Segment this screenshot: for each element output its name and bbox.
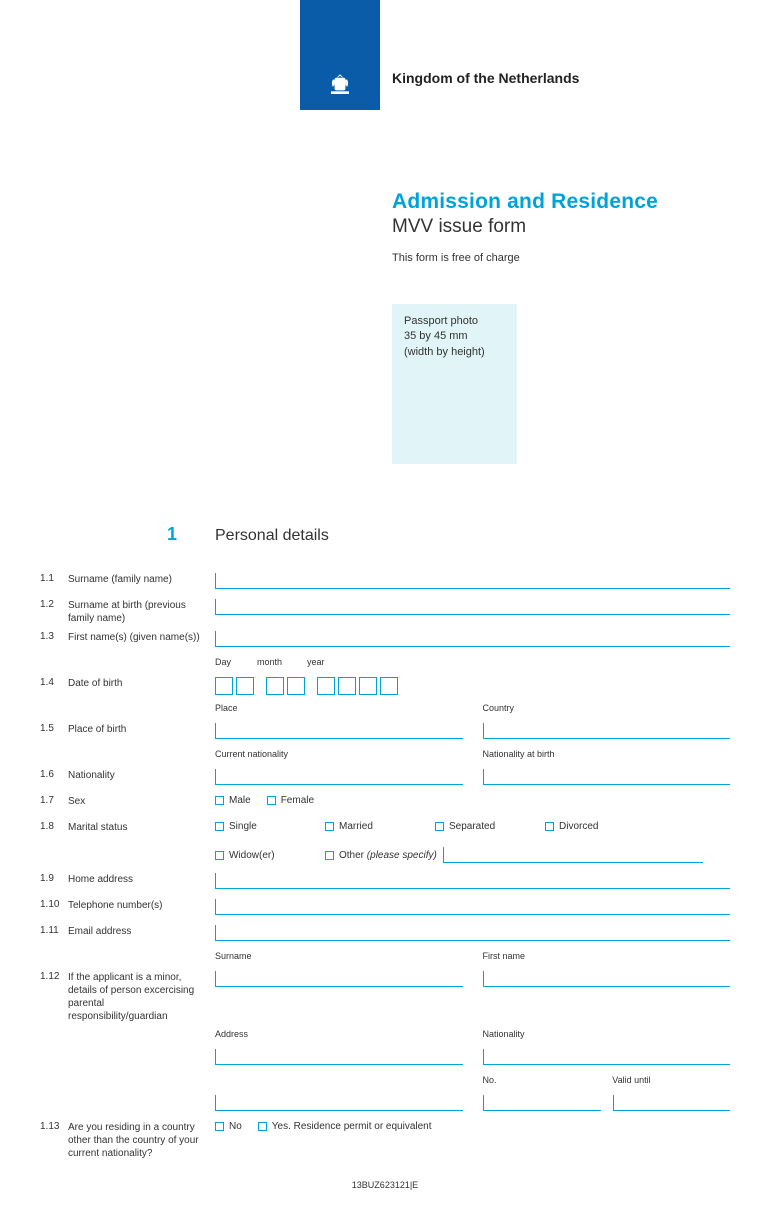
photo-label-2: 35 by 45 mm [404, 329, 505, 344]
option-no: No [229, 1121, 242, 1132]
label-surname-birth: Surname at birth (previous family name) [68, 599, 205, 625]
label-month: month [257, 657, 307, 667]
label-g-valid: Valid until [612, 1075, 730, 1085]
input-dob-y2[interactable] [338, 677, 356, 695]
option-separated: Separated [449, 821, 495, 832]
label-g-nationality: Nationality [483, 1029, 731, 1039]
form-note: This form is free of charge [392, 252, 730, 264]
input-phone[interactable] [215, 899, 730, 915]
label-g-address: Address [215, 1029, 463, 1039]
input-g-valid[interactable] [613, 1095, 731, 1111]
checkbox-separated[interactable] [435, 822, 444, 831]
label-country: Country [483, 703, 731, 713]
label-g-no: No. [483, 1075, 601, 1085]
input-email[interactable] [215, 925, 730, 941]
government-logo [300, 60, 380, 110]
label-pob: Place of birth [68, 723, 126, 736]
option-female: Female [281, 795, 314, 806]
label-year: year [307, 657, 357, 667]
input-g-extra[interactable] [215, 1095, 463, 1111]
footer-code: 13BUZ623121|E [40, 1180, 730, 1190]
input-other-specify[interactable] [443, 847, 703, 863]
input-dob-y3[interactable] [359, 677, 377, 695]
label-email: Email address [68, 925, 131, 938]
option-other: Other [339, 850, 364, 861]
input-place[interactable] [215, 723, 463, 739]
checkbox-married[interactable] [325, 822, 334, 831]
option-married: Married [339, 821, 373, 832]
checkbox-divorced[interactable] [545, 822, 554, 831]
item-num-1-2: 1.2 [40, 599, 68, 625]
item-num-1-13: 1.13 [40, 1121, 68, 1160]
checkbox-no[interactable] [215, 1122, 224, 1131]
label-dob: Date of birth [68, 677, 122, 690]
form-title: Admission and Residence [392, 190, 730, 214]
item-num-1-10: 1.10 [40, 899, 68, 912]
label-birth-nat: Nationality at birth [483, 749, 731, 759]
input-g-address[interactable] [215, 1049, 463, 1065]
input-dob-m1[interactable] [266, 677, 284, 695]
input-dob-d1[interactable] [215, 677, 233, 695]
option-single: Single [229, 821, 257, 832]
item-num-1-11: 1.11 [40, 925, 68, 938]
label-sex: Sex [68, 795, 85, 808]
input-country[interactable] [483, 723, 731, 739]
option-widower: Widow(er) [229, 850, 275, 861]
item-num-1-12: 1.12 [40, 971, 68, 1023]
option-male: Male [229, 795, 251, 806]
item-num-1-7: 1.7 [40, 795, 68, 808]
input-g-surname[interactable] [215, 971, 463, 987]
input-dob-m2[interactable] [287, 677, 305, 695]
input-dob-d2[interactable] [236, 677, 254, 695]
label-home: Home address [68, 873, 133, 886]
checkbox-single[interactable] [215, 822, 224, 831]
photo-label-1: Passport photo [404, 314, 505, 329]
option-yes: Yes. Residence permit or equivalent [272, 1121, 432, 1132]
section-number: 1 [40, 524, 215, 545]
kingdom-label: Kingdom of the Netherlands [392, 70, 730, 86]
item-num-1-5: 1.5 [40, 723, 68, 736]
option-divorced: Divorced [559, 821, 598, 832]
input-surname-birth[interactable] [215, 599, 730, 615]
label-phone: Telephone number(s) [68, 899, 163, 912]
label-g-surname: Surname [215, 951, 463, 961]
label-surname: Surname (family name) [68, 573, 172, 586]
label-day: Day [215, 657, 257, 667]
item-num-1-4: 1.4 [40, 677, 68, 690]
item-num-1-1: 1.1 [40, 573, 68, 586]
item-num-1-6: 1.6 [40, 769, 68, 782]
item-num-1-3: 1.3 [40, 631, 68, 644]
label-g-firstname: First name [483, 951, 731, 961]
label-firstnames: First name(s) (given name(s)) [68, 631, 200, 644]
item-num-1-9: 1.9 [40, 873, 68, 886]
input-dob-y1[interactable] [317, 677, 335, 695]
input-firstnames[interactable] [215, 631, 730, 647]
option-specify: (please specify) [367, 850, 437, 861]
label-residing: Are you residing in a country other than… [68, 1121, 205, 1160]
input-dob-y4[interactable] [380, 677, 398, 695]
passport-photo-box: Passport photo 35 by 45 mm (width by hei… [392, 304, 517, 464]
checkbox-widower[interactable] [215, 851, 224, 860]
label-marital: Marital status [68, 821, 127, 834]
form-subtitle: MVV issue form [392, 216, 730, 238]
input-current-nat[interactable] [215, 769, 463, 785]
input-home[interactable] [215, 873, 730, 889]
crest-icon [322, 67, 358, 103]
section-title: Personal details [215, 527, 329, 545]
label-current-nat: Current nationality [215, 749, 463, 759]
checkbox-male[interactable] [215, 796, 224, 805]
checkbox-yes[interactable] [258, 1122, 267, 1131]
input-g-no[interactable] [483, 1095, 601, 1111]
input-birth-nat[interactable] [483, 769, 731, 785]
item-num-1-8: 1.8 [40, 821, 68, 834]
label-place: Place [215, 703, 463, 713]
input-surname[interactable] [215, 573, 730, 589]
photo-label-3: (width by height) [404, 345, 505, 360]
input-g-nationality[interactable] [483, 1049, 731, 1065]
input-g-firstname[interactable] [483, 971, 731, 987]
label-guardian: If the applicant is a minor, details of … [68, 971, 205, 1023]
checkbox-female[interactable] [267, 796, 276, 805]
label-nationality: Nationality [68, 769, 115, 782]
checkbox-other[interactable] [325, 851, 334, 860]
